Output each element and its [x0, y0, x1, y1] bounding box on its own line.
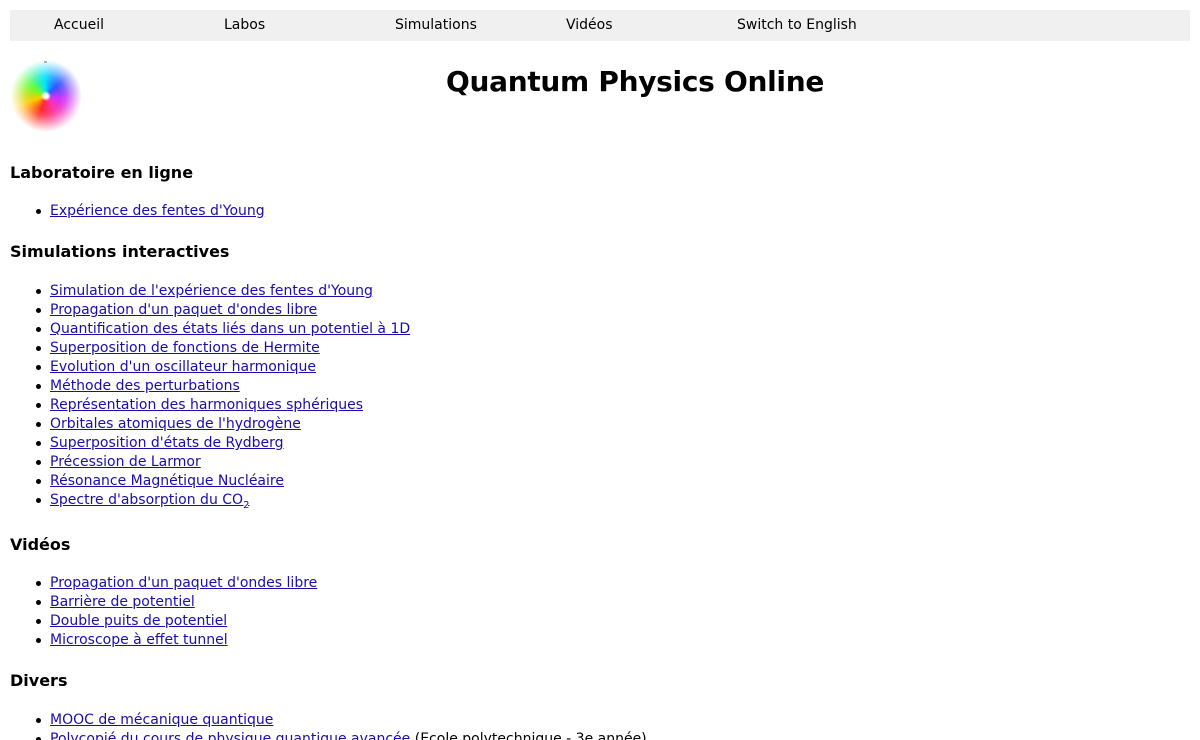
- simulation-link-nmr[interactable]: Résonance Magnétique Nucléaire: [50, 473, 284, 489]
- simulations-link-list: Simulation de l'expérience des fentes d'…: [10, 282, 410, 510]
- list-item: Simulation de l'expérience des fentes d'…: [35, 282, 410, 301]
- section-heading-misc: Divers: [10, 671, 68, 690]
- list-item: Quantification des états liés dans un po…: [35, 320, 410, 339]
- list-item: Evolution d'un oscillateur harmonique: [35, 358, 410, 377]
- nav-link-simulations[interactable]: Simulations: [395, 17, 477, 34]
- co2-link-text: Spectre d'absorption du CO: [50, 492, 244, 508]
- video-link-tunneling-microscope[interactable]: Microscope à effet tunnel: [50, 632, 228, 648]
- list-item: Résonance Magnétique Nucléaire: [35, 472, 410, 491]
- video-link-potential-barrier[interactable]: Barrière de potentiel: [50, 594, 195, 610]
- list-item: Précession de Larmor: [35, 453, 410, 472]
- list-item: Double puits de potentiel: [35, 612, 317, 631]
- simulation-link-hydrogen-orbitals[interactable]: Orbitales atomiques de l'hydrogène: [50, 416, 301, 432]
- list-item: MOOC de mécanique quantique: [36, 711, 647, 730]
- list-item: Barrière de potentiel: [35, 593, 317, 612]
- list-item: Microscope à effet tunnel: [35, 631, 317, 650]
- video-link-double-well[interactable]: Double puits de potentiel: [50, 613, 227, 629]
- co2-subscript: 2: [243, 499, 250, 511]
- list-item: Spectre d'absorption du CO2: [35, 491, 410, 511]
- simulation-link-free-wave-packet[interactable]: Propagation d'un paquet d'ondes libre: [50, 302, 317, 318]
- list-item: Propagation d'un paquet d'ondes libre: [35, 574, 317, 593]
- list-item: Propagation d'un paquet d'ondes libre: [35, 301, 410, 320]
- list-item: Superposition de fonctions de Hermite: [35, 339, 410, 358]
- list-item: Méthode des perturbations: [35, 377, 410, 396]
- nav-link-labos[interactable]: Labos: [224, 17, 265, 34]
- nav-link-videos[interactable]: Vidéos: [566, 17, 613, 34]
- section-heading-videos: Vidéos: [10, 535, 71, 554]
- list-item: Polycopié du cours de physique quantique…: [36, 730, 647, 740]
- videos-link-list: Propagation d'un paquet d'ondes libre Ba…: [10, 574, 317, 650]
- list-item: Orbitales atomiques de l'hydrogène: [35, 415, 410, 434]
- misc-link-course-notes[interactable]: Polycopié du cours de physique quantique…: [50, 731, 410, 740]
- simulation-link-rydberg-states[interactable]: Superposition d'états de Rydberg: [50, 435, 284, 451]
- simulation-link-bound-states-1d[interactable]: Quantification des états liés dans un po…: [50, 321, 410, 337]
- list-item: Superposition d'états de Rydberg: [35, 434, 410, 453]
- lab-link-young-slits[interactable]: Expérience des fentes d'Young: [50, 203, 265, 219]
- top-nav-bar: Accueil Labos Simulations Vidéos Switch …: [10, 10, 1190, 41]
- page-title: Quantum Physics Online: [445, 65, 825, 98]
- simulation-link-harmonic-oscillator[interactable]: Evolution d'un oscillateur harmonique: [50, 359, 316, 375]
- video-link-free-wave-packet[interactable]: Propagation d'un paquet d'ondes libre: [50, 575, 317, 591]
- section-heading-simulations: Simulations interactives: [10, 242, 230, 261]
- section-heading-lab: Laboratoire en ligne: [10, 163, 194, 182]
- list-item: Représentation des harmoniques sphérique…: [35, 396, 410, 415]
- page: Accueil Labos Simulations Vidéos Switch …: [0, 0, 1200, 740]
- course-notes-note: (Ecole polytechnique - 3e année): [410, 731, 647, 740]
- logo-dot: [44, 61, 47, 63]
- simulation-link-hermite-superposition[interactable]: Superposition de fonctions de Hermite: [50, 340, 320, 356]
- simulation-link-larmor-precession[interactable]: Précession de Larmor: [50, 454, 201, 470]
- list-item: Expérience des fentes d'Young: [36, 202, 265, 221]
- nav-link-accueil[interactable]: Accueil: [54, 17, 104, 34]
- simulation-link-co2-absorption[interactable]: Spectre d'absorption du CO2: [50, 492, 250, 511]
- misc-link-list: MOOC de mécanique quantique Polycopié du…: [10, 711, 647, 740]
- simulation-link-young-slits[interactable]: Simulation de l'expérience des fentes d'…: [50, 283, 373, 299]
- simulation-link-spherical-harmonics[interactable]: Représentation des harmoniques sphérique…: [50, 397, 363, 413]
- lab-link-list: Expérience des fentes d'Young: [10, 202, 265, 221]
- nav-link-switch-language[interactable]: Switch to English: [737, 17, 857, 34]
- misc-link-mooc[interactable]: MOOC de mécanique quantique: [50, 712, 273, 728]
- simulation-link-perturbation-method[interactable]: Méthode des perturbations: [50, 378, 240, 394]
